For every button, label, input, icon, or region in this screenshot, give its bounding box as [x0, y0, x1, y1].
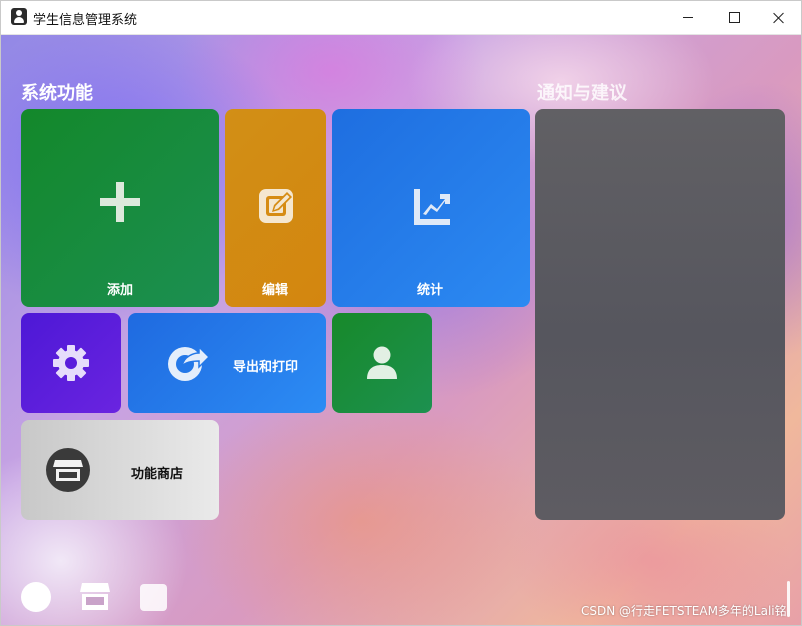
- chart-icon: [414, 189, 450, 225]
- resize-handle[interactable]: [787, 581, 790, 617]
- close-icon: [773, 12, 785, 24]
- title-bar: 学生信息管理系统: [1, 1, 801, 35]
- section-title-functions: 系统功能: [21, 83, 93, 104]
- tile-stats-label: 统计: [417, 283, 444, 298]
- plus-icon: [100, 182, 140, 222]
- tile-edit-label: 编辑: [262, 283, 289, 298]
- tile-store[interactable]: 功能商店: [21, 420, 219, 520]
- app-icon-body: [14, 17, 24, 23]
- tile-store-label: 功能商店: [131, 467, 184, 482]
- tile-add-label: 添加: [107, 283, 134, 298]
- close-button[interactable]: [756, 1, 801, 34]
- tile-user[interactable]: [332, 313, 432, 413]
- tile-export-label: 导出和打印: [233, 360, 299, 375]
- circle-icon[interactable]: [21, 582, 51, 612]
- watermark: CSDN @行走FETSTEAM多年的Lali铭: [581, 604, 787, 618]
- maximize-icon: [728, 12, 740, 23]
- store-icon[interactable]: [79, 582, 111, 612]
- tile-export-print[interactable]: 导出和打印: [128, 313, 326, 413]
- maximize-button[interactable]: [711, 1, 757, 34]
- app-icon-head: [16, 10, 22, 16]
- minimize-button[interactable]: [665, 1, 711, 34]
- window-title: 学生信息管理系统: [33, 13, 138, 28]
- app-window: 学生信息管理系统 系统功能 通知与建议 添加 编辑 统计 导出和打印 功能商店 …: [0, 0, 802, 626]
- gear-icon: [53, 345, 89, 381]
- tile-settings[interactable]: [21, 313, 121, 413]
- user-icon: [367, 346, 397, 379]
- tile-stats[interactable]: 统计: [332, 109, 530, 307]
- tile-add[interactable]: 添加: [21, 109, 219, 307]
- share-icon: [168, 345, 210, 381]
- tile-edit[interactable]: 编辑: [225, 109, 326, 307]
- section-title-notice: 通知与建议: [537, 83, 627, 104]
- square-icon[interactable]: [140, 584, 167, 611]
- store-icon: [46, 448, 90, 492]
- minimize-icon: [683, 17, 693, 18]
- app-user-icon: [11, 8, 27, 25]
- edit-icon: [259, 189, 293, 223]
- notice-panel: [535, 109, 785, 520]
